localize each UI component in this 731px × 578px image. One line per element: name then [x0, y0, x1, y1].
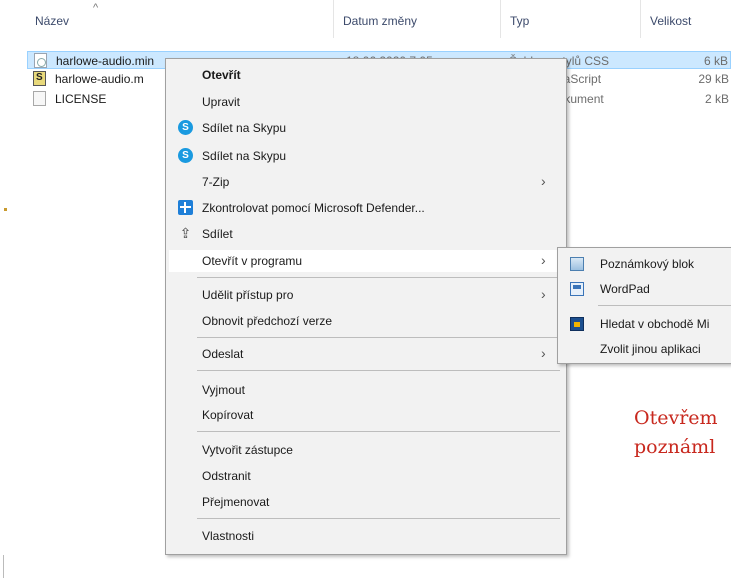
menu-item-share-skype[interactable]: S Sdílet na Skypu — [169, 117, 563, 139]
column-header: ^ Název Datum změny Typ Velikost — [0, 0, 731, 38]
file-size: 2 kB — [704, 92, 729, 106]
annotation-line-1: Otevřem — [634, 407, 718, 429]
menu-item-share-skype-2[interactable]: S Sdílet na Skypu — [169, 145, 563, 167]
menu-item-label: Odstranit — [202, 469, 251, 483]
file-name: harlowe-audio.min — [56, 54, 155, 68]
file-name: LICENSE — [55, 92, 107, 106]
column-divider[interactable] — [500, 0, 501, 38]
wordpad-icon — [570, 282, 584, 296]
menu-item-copy[interactable]: Kopírovat — [169, 404, 563, 426]
menu-item-share[interactable]: ⇪ Sdílet — [169, 223, 563, 245]
menu-item-label: Vlastnosti — [202, 529, 255, 543]
file-size: 6 kB — [703, 54, 728, 68]
annotation-line-2: poznáml — [634, 436, 716, 458]
css-file-icon — [34, 53, 47, 68]
menu-item-edit[interactable]: Upravit — [169, 91, 563, 113]
submenu-item-search-store[interactable]: Hledat v obchodě Mi — [560, 313, 731, 335]
menu-item-label: Upravit — [202, 95, 241, 109]
menu-item-delete[interactable]: Odstranit — [169, 465, 563, 487]
submenu-item-label: Poznámkový blok — [600, 257, 695, 271]
chevron-right-icon: › — [541, 252, 546, 268]
column-date[interactable]: Datum změny — [343, 14, 417, 28]
file-name: harlowe-audio.m — [55, 72, 144, 86]
menu-item-label: Sdílet — [202, 227, 233, 241]
store-icon — [570, 317, 584, 331]
column-name[interactable]: Název — [35, 14, 69, 28]
submenu-separator — [598, 305, 731, 306]
submenu-item-label: Zvolit jinou aplikaci — [600, 342, 701, 356]
menu-item-label: Vytvořit zástupce — [202, 443, 293, 457]
context-menu: Otevřít Upravit S Sdílet na Skypu S Sdíl… — [165, 58, 567, 555]
column-divider[interactable] — [640, 0, 641, 38]
open-with-submenu: Poznámkový blok WordPad Hledat v obchodě… — [557, 247, 731, 364]
chevron-right-icon: › — [541, 286, 546, 302]
menu-separator — [197, 431, 560, 432]
menu-separator — [197, 277, 560, 278]
menu-item-defender-scan[interactable]: Zkontrolovat pomocí Microsoft Defender..… — [169, 197, 563, 219]
menu-item-label: Udělit přístup pro — [202, 288, 294, 302]
submenu-item-label: WordPad — [600, 282, 650, 296]
sort-indicator: ^ — [93, 2, 99, 14]
menu-item-give-access[interactable]: Udělit přístup pro › — [169, 284, 563, 306]
menu-item-open-with[interactable]: Otevřít v programu › — [169, 250, 563, 272]
defender-icon — [178, 200, 193, 215]
pane-edge — [3, 555, 4, 578]
menu-item-label: Sdílet na Skypu — [202, 149, 287, 163]
notepad-icon — [570, 257, 584, 271]
menu-separator — [197, 518, 560, 519]
skype-icon: S — [178, 148, 193, 163]
menu-item-7zip[interactable]: 7-Zip › — [169, 171, 563, 193]
menu-separator — [197, 337, 560, 338]
menu-item-label: Vyjmout — [202, 383, 245, 397]
menu-item-properties[interactable]: Vlastnosti — [169, 525, 563, 547]
menu-item-label: Zkontrolovat pomocí Microsoft Defender..… — [202, 201, 425, 215]
chevron-right-icon: › — [541, 345, 546, 361]
menu-separator — [197, 370, 560, 371]
column-type[interactable]: Typ — [510, 14, 529, 28]
chevron-right-icon: › — [541, 173, 546, 189]
submenu-item-label: Hledat v obchodě Mi — [600, 317, 710, 331]
menu-item-cut[interactable]: Vyjmout — [169, 379, 563, 401]
pane-marker — [4, 208, 7, 211]
menu-item-restore-versions[interactable]: Obnovit předchozí verze — [169, 310, 563, 332]
menu-item-label: Odeslat — [202, 347, 244, 361]
skype-icon: S — [178, 120, 193, 135]
menu-item-label: 7-Zip — [202, 175, 230, 189]
column-size[interactable]: Velikost — [650, 14, 691, 28]
submenu-item-notepad[interactable]: Poznámkový blok — [560, 253, 731, 275]
menu-item-label: Obnovit předchozí verze — [202, 314, 333, 328]
column-divider[interactable] — [333, 0, 334, 38]
document-file-icon — [33, 91, 46, 106]
menu-item-create-shortcut[interactable]: Vytvořit zástupce — [169, 439, 563, 461]
menu-item-label: Kopírovat — [202, 408, 254, 422]
submenu-item-wordpad[interactable]: WordPad — [560, 278, 731, 300]
menu-item-label: Otevřít v programu — [202, 254, 303, 268]
menu-item-open[interactable]: Otevřít — [169, 64, 563, 86]
menu-item-label: Přejmenovat — [202, 495, 270, 509]
menu-item-label: Otevřít — [202, 68, 241, 82]
file-size: 29 kB — [698, 72, 729, 86]
menu-item-rename[interactable]: Přejmenovat — [169, 491, 563, 513]
share-icon: ⇪ — [179, 225, 192, 241]
submenu-item-choose-app[interactable]: Zvolit jinou aplikaci — [560, 338, 731, 360]
menu-item-send-to[interactable]: Odeslat › — [169, 343, 563, 365]
js-file-icon — [33, 71, 46, 86]
menu-item-label: Sdílet na Skypu — [202, 121, 287, 135]
annotation-text: Otevřem poznáml — [634, 404, 718, 462]
